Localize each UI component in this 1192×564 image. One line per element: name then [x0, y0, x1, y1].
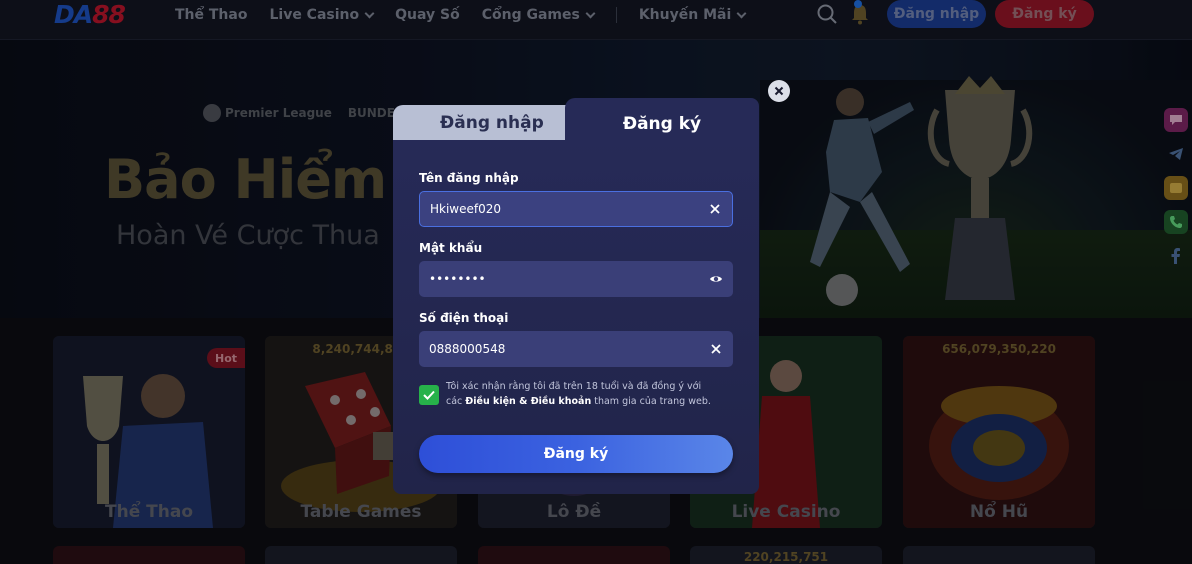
password-field[interactable] — [419, 261, 733, 297]
checkmark-icon — [423, 390, 435, 400]
close-icon — [774, 86, 784, 96]
tab-register[interactable]: Đăng ký — [565, 98, 759, 143]
terms-link[interactable]: Điều kiện & Điều khoản — [465, 396, 591, 407]
tab-login[interactable]: Đăng nhập — [393, 105, 585, 140]
eye-icon[interactable] — [709, 272, 723, 286]
phone-input[interactable] — [429, 342, 709, 356]
clear-icon[interactable] — [708, 202, 722, 216]
phone-field[interactable] — [419, 331, 733, 367]
clear-icon[interactable] — [709, 342, 723, 356]
close-button[interactable] — [768, 80, 790, 102]
username-field[interactable] — [419, 191, 733, 227]
phone-label: Số điện thoại — [419, 311, 509, 325]
username-input[interactable] — [430, 202, 708, 216]
auth-modal: Đăng nhập Đăng ký Tên đăng nhập Mật khẩu… — [393, 80, 790, 494]
password-label: Mật khẩu — [419, 241, 483, 255]
password-input[interactable] — [429, 272, 709, 286]
agree-checkbox[interactable] — [419, 385, 439, 405]
register-submit-button[interactable]: Đăng ký — [419, 435, 733, 473]
username-label: Tên đăng nhập — [419, 171, 519, 185]
agree-text: Tôi xác nhận rằng tôi đã trên 18 tuổi và… — [446, 381, 711, 407]
